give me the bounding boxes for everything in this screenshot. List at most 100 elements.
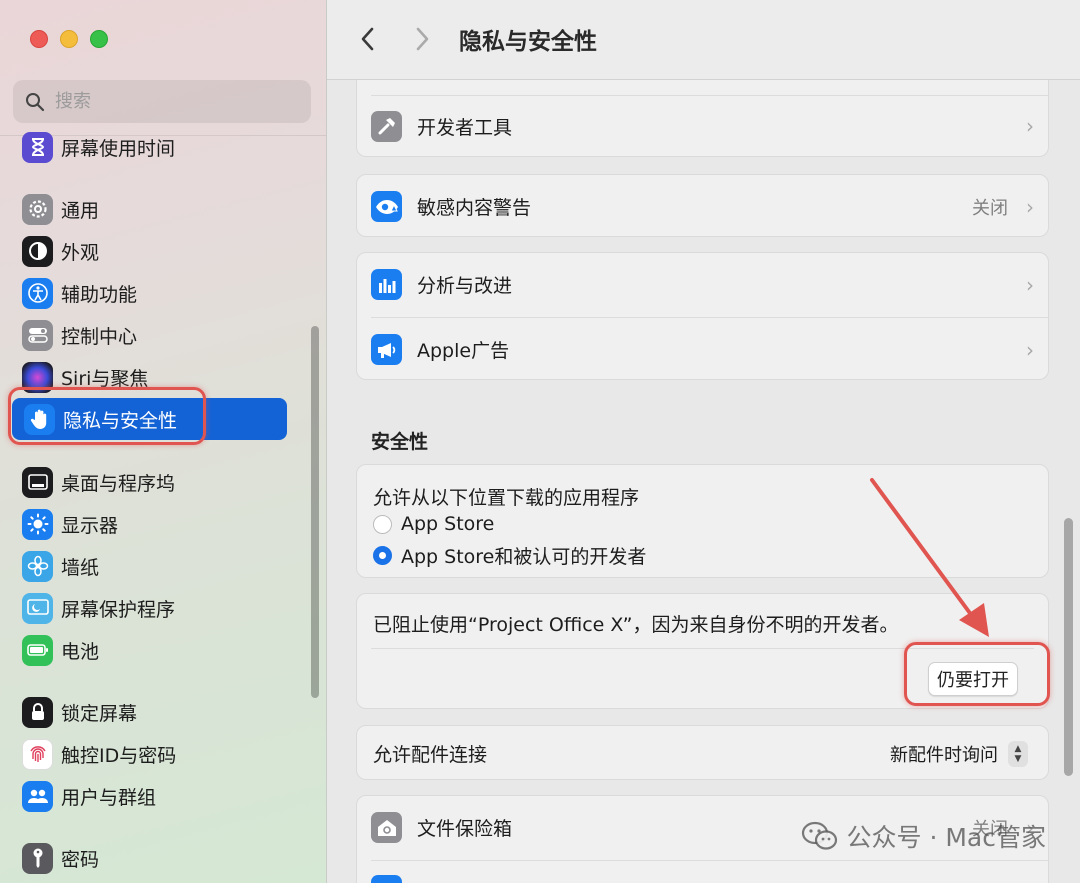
analytics-row[interactable]: 分析与改进 › xyxy=(357,253,1048,316)
accessories-row[interactable]: 允许配件连接 新配件时询问 ▲ ▼ xyxy=(357,726,1048,781)
sidebar-item-label: 屏幕使用时间 xyxy=(61,137,176,160)
blocked-app-card: 已阻止使用“Project Office X”，因为来自身份不明的开发者。 仍要… xyxy=(356,593,1049,709)
users-icon xyxy=(22,780,53,812)
chevron-right-icon: › xyxy=(1026,272,1034,297)
search-field[interactable] xyxy=(13,80,311,123)
sidebar-item-label: 辅助功能 xyxy=(61,283,138,306)
download-source-card: 允许从以下位置下载的应用程序 App Store App Store和被认可的开… xyxy=(356,464,1049,578)
sidebar-item-users[interactable]: 用户与群组 xyxy=(22,778,287,814)
window-controls xyxy=(30,30,108,48)
partial-row-icon xyxy=(371,875,402,883)
sidebar-item-label: Siri与聚焦 xyxy=(61,367,149,390)
radio-button-selected[interactable] xyxy=(373,546,392,565)
sidebar-item-label: 外观 xyxy=(61,241,100,264)
watermark-text: 公众号 · Mac管家 xyxy=(846,823,1046,852)
sidebar-item-label: 桌面与程序坞 xyxy=(61,472,176,495)
filevault-label: 文件保险箱 xyxy=(417,818,513,840)
sidebar-item-label: 显示器 xyxy=(61,514,119,537)
main-scrollbar[interactable] xyxy=(1064,518,1073,776)
chevron-right-icon: › xyxy=(1026,114,1034,138)
accessories-label: 允许配件连接 xyxy=(373,744,488,766)
sidebar-item-label: 用户与群组 xyxy=(61,786,157,809)
siri-icon xyxy=(22,361,53,393)
chevron-right-icon: › xyxy=(1026,337,1034,362)
sun-icon xyxy=(22,508,53,540)
sidebar-item-touch-id[interactable]: 触控ID与密码 xyxy=(22,736,287,772)
accessories-select-value[interactable]: 新配件时询问 xyxy=(890,741,998,767)
sidebar-item-siri[interactable]: Siri与聚焦 xyxy=(22,359,287,395)
sidebar-item-label: 墙纸 xyxy=(61,556,100,579)
hammer-icon xyxy=(371,110,402,142)
sensitive-content-row[interactable]: 敏感内容警告 关闭 › xyxy=(357,175,1048,238)
sidebar-item-passwords[interactable]: 密码 xyxy=(22,840,287,876)
analytics-ads-card: 分析与改进 › Apple广告 › xyxy=(356,252,1049,380)
sidebar-item-label: 密码 xyxy=(61,848,100,871)
developer-tools-row[interactable]: 开发者工具 › xyxy=(357,96,1048,156)
sidebar-item-label: 电池 xyxy=(61,640,100,663)
gear-icon xyxy=(22,193,53,225)
allow-apps-label: 允许从以下位置下载的应用程序 xyxy=(373,487,640,509)
fingerprint-icon xyxy=(22,738,53,770)
sensitive-content-card: 敏感内容警告 关闭 › xyxy=(356,174,1049,237)
hourglass-icon xyxy=(22,131,53,163)
sidebar-item-general[interactable]: 通用 xyxy=(22,191,287,227)
back-button[interactable] xyxy=(353,22,383,56)
sensitive-content-value: 关闭 xyxy=(972,197,1008,219)
screensaver-icon xyxy=(22,592,53,624)
watermark: 公众号 · Mac管家 xyxy=(801,818,1046,854)
sidebar-item-desktop-dock[interactable]: 桌面与程序坞 xyxy=(22,464,287,500)
sidebar-item-accessibility[interactable]: 辅助功能 xyxy=(22,275,287,311)
house-safe-icon xyxy=(371,812,402,843)
sidebar-item-label: 屏幕保护程序 xyxy=(61,598,176,621)
eye-warning-icon xyxy=(371,191,402,222)
sidebar-item-screen-time[interactable]: 屏幕使用时间 xyxy=(22,129,287,165)
wechat-icon xyxy=(801,821,837,850)
blocked-app-message: 已阻止使用“Project Office X”，因为来自身份不明的开发者。 xyxy=(373,614,899,636)
main-pane: 隐私与安全性 开发者工具 › 敏感内容警告 关闭 › 分析与改进 › Apple… xyxy=(327,0,1080,883)
sidebar-item-displays[interactable]: 显示器 xyxy=(22,506,287,542)
sidebar-item-lock-screen[interactable]: 锁定屏幕 xyxy=(22,694,287,730)
sidebar-item-label: 控制中心 xyxy=(61,325,138,348)
search-input[interactable] xyxy=(55,91,295,112)
sidebar-item-wallpaper[interactable]: 墙纸 xyxy=(22,548,287,584)
sidebar-item-label: 通用 xyxy=(61,199,100,222)
sidebar-item-screensaver[interactable]: 屏幕保护程序 xyxy=(22,590,287,626)
apple-ads-label: Apple广告 xyxy=(417,340,510,362)
chevron-right-icon xyxy=(416,27,429,51)
toggles-icon xyxy=(22,319,53,351)
megaphone-icon xyxy=(371,334,402,365)
sidebar-item-appearance[interactable]: 外观 xyxy=(22,233,287,269)
battery-icon xyxy=(22,634,53,666)
toolbar: 隐私与安全性 xyxy=(327,0,1080,80)
sidebar-item-label: 锁定屏幕 xyxy=(61,702,138,725)
dock-icon xyxy=(22,466,53,498)
key-icon xyxy=(22,842,53,874)
sidebar-item-control-center[interactable]: 控制中心 xyxy=(22,317,287,353)
radio-app-store-identified[interactable]: App Store和被认可的开发者 xyxy=(373,542,646,569)
close-window-button[interactable] xyxy=(30,30,48,48)
page-title: 隐私与安全性 xyxy=(459,29,597,55)
radio-label: App Store xyxy=(401,513,495,535)
minimize-window-button[interactable] xyxy=(60,30,78,48)
accessories-card: 允许配件连接 新配件时询问 ▲ ▼ xyxy=(356,725,1049,780)
sensitive-content-label: 敏感内容警告 xyxy=(417,197,532,219)
radio-app-store[interactable]: App Store xyxy=(373,513,494,535)
open-anyway-button[interactable]: 仍要打开 xyxy=(928,662,1018,696)
radio-label: App Store和被认可的开发者 xyxy=(401,546,647,568)
popup-stepper-icon[interactable]: ▲ ▼ xyxy=(1008,740,1028,767)
search-icon xyxy=(26,92,45,111)
zoom-window-button[interactable] xyxy=(90,30,108,48)
security-section-title: 安全性 xyxy=(371,431,429,453)
developer-tools-card: 开发者工具 › xyxy=(356,80,1049,157)
sidebar-item-label: 隐私与安全性 xyxy=(63,409,178,432)
appearance-icon xyxy=(22,235,53,267)
sidebar-item-privacy-security[interactable]: 隐私与安全性 xyxy=(12,398,287,440)
forward-button[interactable] xyxy=(407,22,437,56)
next-row-partial[interactable] xyxy=(357,861,1048,883)
hand-icon xyxy=(24,403,55,435)
radio-button[interactable] xyxy=(373,514,392,534)
sidebar-scrollbar[interactable] xyxy=(311,326,319,698)
sidebar-item-battery[interactable]: 电池 xyxy=(22,632,287,668)
apple-ads-row[interactable]: Apple广告 › xyxy=(357,318,1048,381)
flower-icon xyxy=(22,550,53,582)
